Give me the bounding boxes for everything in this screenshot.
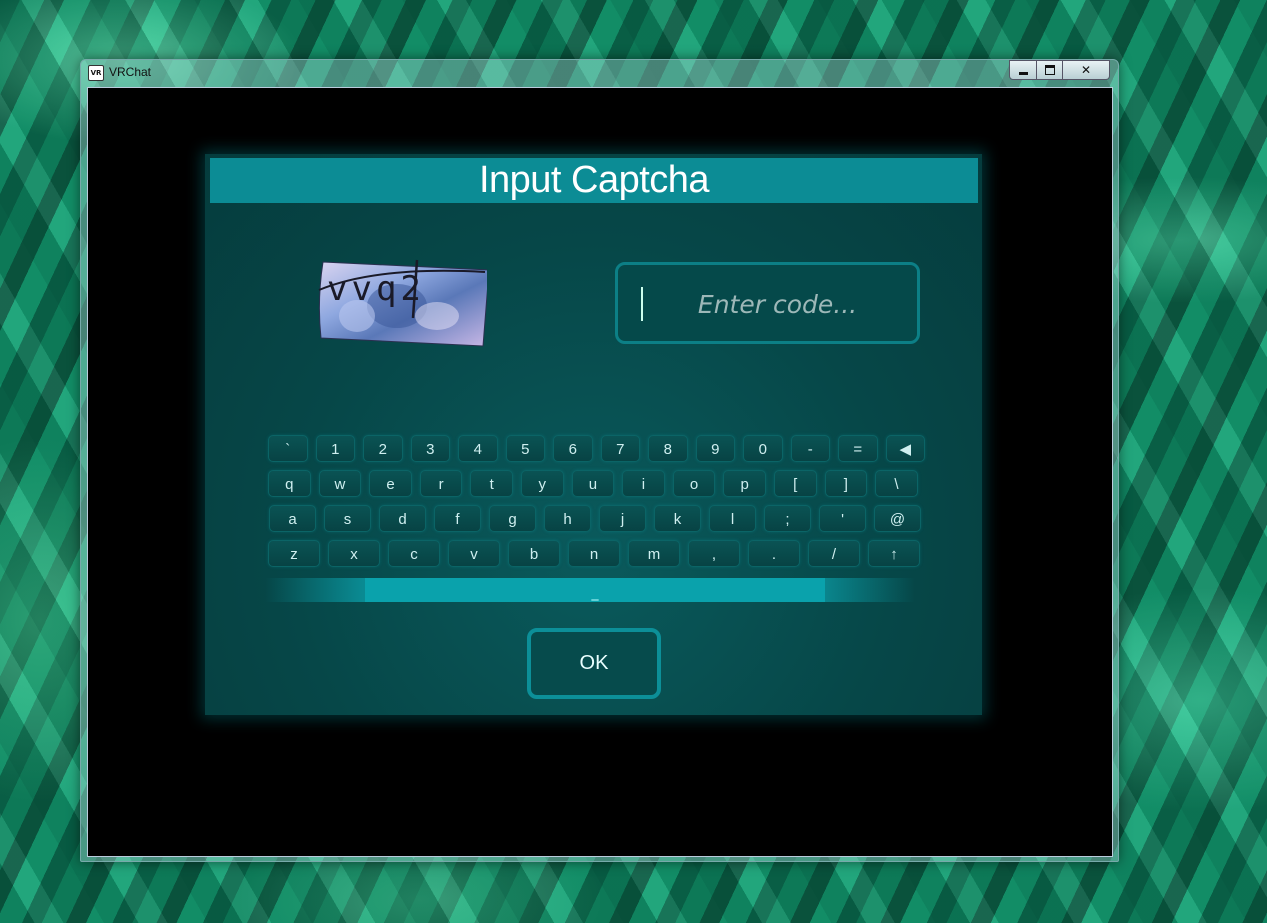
keyboard-key[interactable]: c [388,540,440,567]
keyboard-key[interactable]: 5 [505,435,545,462]
keyboard-key[interactable]: w [318,470,362,497]
close-button[interactable]: ✕ [1063,60,1110,80]
keyboard-key[interactable]: . [748,540,800,567]
keyboard-key[interactable]: x [328,540,380,567]
keyboard-key[interactable]: 1 [315,435,355,462]
keyboard-row: q w e r t y u i o p [] \ [268,470,926,497]
keyboard-key[interactable]: ' [819,505,866,532]
keyboard-key[interactable]: 9 [695,435,735,462]
keyboard-key[interactable]: 7 [600,435,640,462]
keyboard-key[interactable]: @ [874,505,921,532]
keyboard-key[interactable]: 4 [458,435,498,462]
keyboard-key[interactable]: e [369,470,412,497]
keyboard-key[interactable]: 8 [648,435,688,462]
keyboard-key[interactable]: = [838,435,878,462]
captcha-image: vvq2 [318,259,487,347]
game-viewport: Input Captcha vvq2 Enter code... ` 1 2 3… [87,87,1113,857]
keyboard-key[interactable]: ` [268,435,308,462]
keyboard-key[interactable]: ◀ [885,435,925,462]
ok-button[interactable]: OK [527,628,661,699]
keyboard-key[interactable]: ; [764,505,811,532]
dialog-title: Input Captcha [210,158,978,203]
keyboard-key[interactable]: j [599,505,646,532]
text-caret [641,287,643,321]
keyboard-key[interactable]: 6 [553,435,593,462]
keyboard-key[interactable]: f [434,505,481,532]
captcha-dialog: Input Captcha vvq2 Enter code... ` 1 2 3… [205,154,982,715]
minimize-button[interactable] [1009,60,1037,80]
keyboard-row: ` 1 2 3 4 5 6 7 8 9 0- = ◀ [268,435,933,462]
keyboard-key[interactable]: 0 [743,435,783,462]
keyboard-key[interactable]: o [672,470,716,497]
keyboard-key[interactable]: , [688,540,740,567]
window-title: VRChat [109,65,152,79]
title-bar[interactable]: VR VRChat ✕ [81,60,1118,86]
keyboard-key[interactable]: k [654,505,701,532]
close-icon: ✕ [1080,63,1092,77]
vrchat-app-icon: VR [88,65,104,81]
maximize-icon [1044,65,1055,75]
app-window: VR VRChat ✕ Input Captcha vvq2 Enter cod… [80,59,1119,862]
keyboard-key[interactable]: h [544,505,591,532]
keyboard-key[interactable]: 2 [363,435,403,462]
minimize-icon [1018,71,1028,75]
keyboard-key[interactable]: ↑ [868,540,920,567]
keyboard-key[interactable]: - [790,435,830,462]
keyboard-key[interactable]: \ [875,470,918,497]
keyboard-key[interactable]: ] [824,470,868,497]
keyboard-key[interactable]: r [419,470,463,497]
keyboard-key[interactable]: / [808,540,860,567]
maximize-button[interactable] [1037,60,1063,80]
captcha-code-input[interactable] [615,262,920,344]
keyboard-key[interactable]: b [508,540,560,567]
keyboard-key[interactable]: y [520,470,564,497]
keyboard-key[interactable]: d [379,505,426,532]
keyboard-key[interactable]: z [268,540,320,567]
code-field[interactable] [648,265,907,343]
keyboard-key[interactable]: l [709,505,756,532]
keyboard-key[interactable]: m [628,540,680,567]
spacebar-label: _ [365,578,825,602]
window-controls: ✕ [1009,60,1110,80]
keyboard-key[interactable]: n [568,540,620,567]
keyboard-key[interactable]: q [268,470,311,497]
keyboard-key[interactable]: [ [773,470,817,497]
keyboard-row: z x c v b n m,. / ↑ [268,540,928,567]
keyboard-key[interactable]: a [269,505,316,532]
keyboard-key[interactable]: u [571,470,615,497]
keyboard-key[interactable]: 3 [410,435,450,462]
keyboard-key[interactable]: i [622,470,665,497]
keyboard-key[interactable]: s [324,505,371,532]
spacebar-key[interactable]: _ [265,578,915,602]
keyboard-key[interactable]: p [723,470,766,497]
keyboard-key[interactable]: v [448,540,500,567]
keyboard-key[interactable]: t [470,470,513,497]
keyboard-key[interactable]: g [489,505,536,532]
keyboard-row: a s d f g h j k l; ' @ [269,505,929,532]
